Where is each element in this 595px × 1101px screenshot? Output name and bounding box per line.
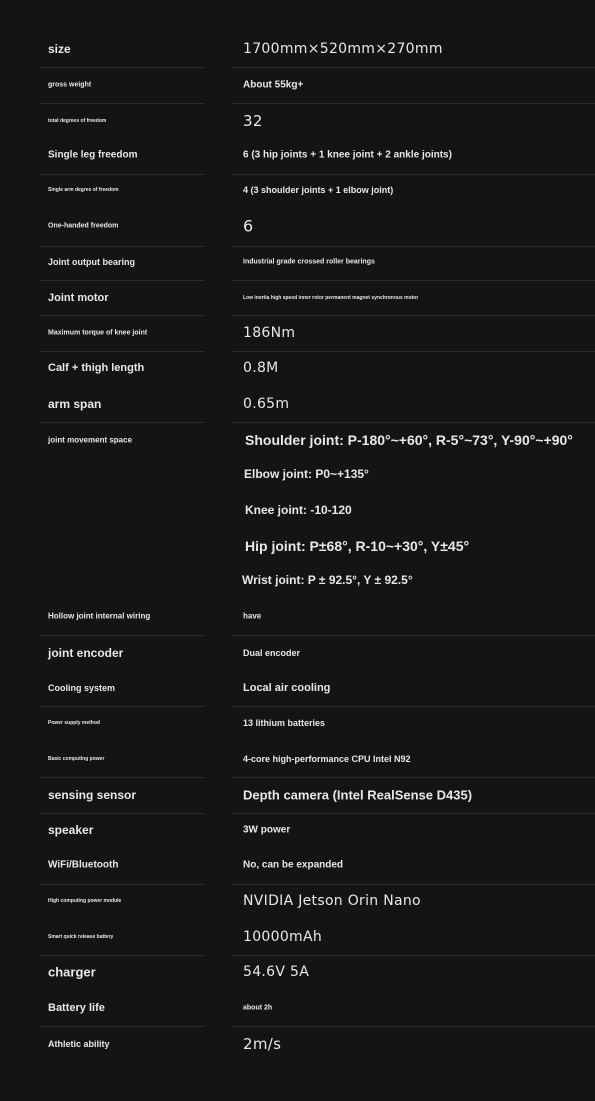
row-divider bbox=[40, 813, 205, 814]
spec-label: joint encoder bbox=[48, 646, 124, 660]
row-divider bbox=[232, 813, 595, 814]
spec-value: NVIDIA Jetson Orin Nano bbox=[243, 893, 421, 909]
row-divider bbox=[232, 1026, 595, 1027]
row-divider bbox=[232, 955, 595, 956]
spec-value-line: Hip joint: P±68°, R-10~+30°, Y±45° bbox=[245, 538, 470, 554]
row-divider bbox=[232, 706, 595, 707]
spec-label: Joint motor bbox=[48, 292, 109, 304]
spec-label: Athletic ability bbox=[48, 1039, 110, 1049]
spec-value: Local air cooling bbox=[243, 682, 331, 694]
spec-label: Basic computing power bbox=[48, 756, 105, 762]
row-divider bbox=[232, 777, 595, 778]
row-divider bbox=[40, 67, 205, 68]
spec-label: Smart quick release battery bbox=[48, 934, 114, 940]
spec-value: 1700mm×520mm×270mm bbox=[243, 41, 443, 57]
spec-value: 3W power bbox=[243, 824, 291, 836]
row-divider bbox=[40, 422, 205, 423]
spec-value: 32 bbox=[243, 112, 263, 130]
row-divider bbox=[40, 351, 205, 352]
row-divider bbox=[232, 884, 595, 885]
spec-value: 6 (3 hip joints + 1 knee joint + 2 ankle… bbox=[243, 149, 452, 161]
spec-value: 0.8M bbox=[243, 360, 279, 376]
spec-label: speaker bbox=[48, 823, 94, 837]
row-divider bbox=[40, 174, 205, 175]
spec-value: 4 (3 shoulder joints + 1 elbow joint) bbox=[243, 185, 394, 195]
spec-label: Hollow joint internal wiring bbox=[48, 611, 151, 621]
spec-label: arm span bbox=[48, 397, 102, 411]
spec-value: 10000mAh bbox=[243, 929, 323, 945]
spec-value: 186Nm bbox=[243, 325, 296, 341]
row-divider bbox=[232, 351, 595, 352]
row-divider bbox=[232, 422, 595, 423]
spec-label: total degrees of freedom bbox=[48, 118, 107, 124]
spec-label: One-handed freedom bbox=[48, 222, 119, 230]
spec-label: joint movement space bbox=[48, 435, 133, 445]
row-divider bbox=[232, 635, 595, 636]
spec-value: About 55kg+ bbox=[243, 79, 304, 91]
row-divider bbox=[40, 777, 205, 778]
row-divider bbox=[232, 246, 595, 247]
row-divider bbox=[40, 706, 205, 707]
spec-label: Single arm degree of freedom bbox=[48, 187, 119, 193]
spec-label: WiFi/Bluetooth bbox=[48, 859, 119, 871]
row-divider bbox=[232, 280, 595, 281]
spec-label: Calf + thigh length bbox=[48, 362, 145, 374]
row-divider bbox=[40, 315, 205, 316]
spec-label: gross weight bbox=[48, 81, 92, 89]
spec-value-line: Knee joint: -10-120 bbox=[245, 503, 352, 517]
spec-label: sensing sensor bbox=[48, 788, 137, 802]
spec-value: Dual encoder bbox=[243, 648, 301, 658]
row-divider bbox=[232, 174, 595, 175]
spec-value: 13 lithium batteries bbox=[243, 718, 326, 728]
spec-value-line: Elbow joint: P0~+135° bbox=[244, 467, 369, 481]
row-divider bbox=[40, 246, 205, 247]
spec-value: 0.65m bbox=[243, 396, 290, 412]
row-divider bbox=[232, 67, 595, 68]
row-divider bbox=[232, 315, 595, 316]
spec-label: High computing power module bbox=[48, 898, 122, 904]
spec-value: 6 bbox=[243, 216, 254, 236]
row-divider bbox=[40, 103, 205, 104]
spec-label: Power supply method bbox=[48, 720, 100, 726]
row-divider bbox=[40, 1026, 205, 1027]
spec-value-line: Wrist joint: P ± 92.5°, Y ± 92.5° bbox=[242, 573, 413, 587]
spec-label: Single leg freedom bbox=[48, 149, 138, 161]
spec-value: 4-core high-performance CPU Intel N92 bbox=[243, 754, 411, 764]
spec-value: Industrial grade crossed roller bearings bbox=[243, 258, 375, 266]
row-divider bbox=[232, 103, 595, 104]
spec-label: charger bbox=[48, 964, 96, 980]
spec-value: No, can be expanded bbox=[243, 859, 344, 871]
spec-label: Maximum torque of knee joint bbox=[48, 329, 148, 337]
row-divider bbox=[40, 884, 205, 885]
spec-label: Battery life bbox=[48, 1002, 105, 1014]
spec-value: have bbox=[243, 611, 262, 621]
spec-label: size bbox=[48, 42, 71, 56]
row-divider bbox=[40, 955, 205, 956]
spec-value: about 2h bbox=[243, 1004, 273, 1012]
spec-value: Low inertia high speed inner rotor perma… bbox=[243, 295, 419, 301]
spec-value: 54.6V 5A bbox=[243, 964, 310, 980]
spec-value-line: Shoulder joint: P-180°~+60°, R-5°~73°, Y… bbox=[245, 432, 573, 448]
spec-label: Joint output bearing bbox=[48, 257, 135, 267]
spec-label: Cooling system bbox=[48, 683, 116, 693]
row-divider bbox=[40, 280, 205, 281]
spec-value: Depth camera (Intel RealSense D435) bbox=[243, 787, 473, 803]
spec-value: 2m/s bbox=[243, 1035, 282, 1053]
row-divider bbox=[40, 635, 205, 636]
